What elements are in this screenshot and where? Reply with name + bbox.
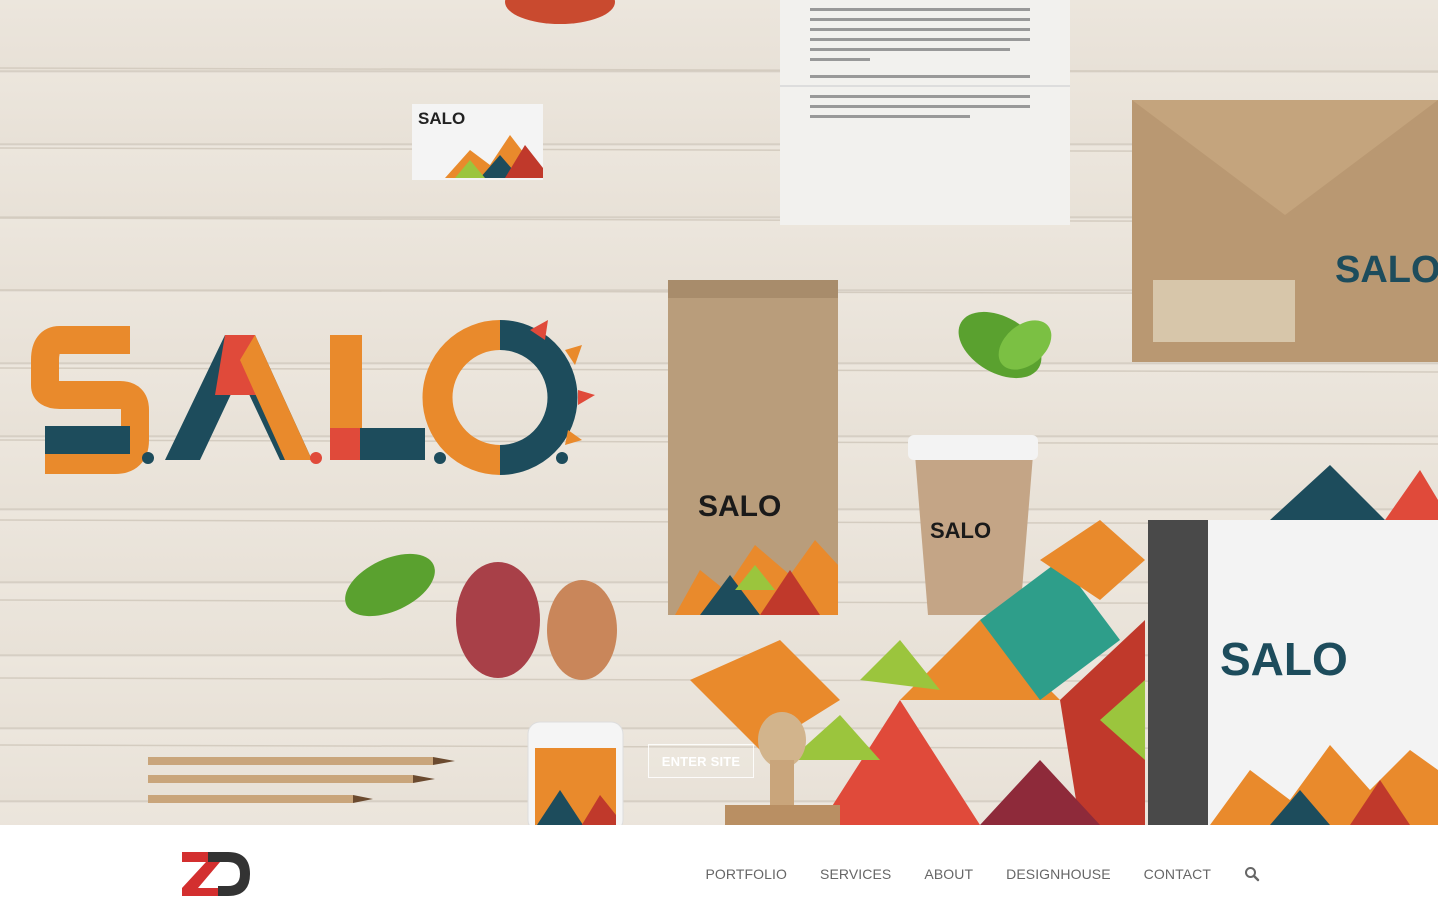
nav-item-about[interactable]: ABOUT — [924, 866, 973, 882]
site-logo[interactable] — [180, 850, 252, 898]
pencils — [148, 757, 455, 803]
hero-banner: SALO SALO SALO SALO SALO ENTER SITE — [0, 0, 1438, 825]
nav-item-portfolio[interactable]: PORTFOLIO — [705, 866, 787, 882]
coffee-cup: SALO — [908, 435, 1038, 615]
nav-item-services[interactable]: SERVICES — [820, 866, 891, 882]
letter-paper — [780, 0, 1070, 225]
business-card: SALO — [412, 104, 543, 180]
card-brand-text: SALO — [418, 109, 465, 128]
search-icon[interactable] — [1244, 866, 1260, 882]
brand-book: SALO — [1148, 520, 1438, 825]
enter-site-button[interactable]: ENTER SITE — [648, 744, 754, 778]
nav-item-designhouse[interactable]: DESIGNHOUSE — [1006, 866, 1111, 882]
nav-item-contact[interactable]: CONTACT — [1144, 866, 1211, 882]
cup-brand-text: SALO — [930, 518, 991, 543]
onions — [456, 562, 617, 680]
book-brand-text: SALO — [1220, 633, 1348, 685]
envelope-brand-text: SALO — [1335, 249, 1438, 291]
paper-bag: SALO — [668, 280, 838, 615]
bag-brand-text: SALO — [698, 490, 781, 523]
salo-big-logo — [31, 320, 595, 475]
main-nav: PORTFOLIO SERVICES ABOUT DESIGNHOUSE CON… — [672, 866, 1260, 882]
envelope: SALO — [1132, 100, 1438, 362]
hero-scene-image: SALO SALO SALO SALO SALO — [0, 0, 1438, 825]
food-decor — [505, 0, 615, 24]
phone — [527, 721, 624, 825]
